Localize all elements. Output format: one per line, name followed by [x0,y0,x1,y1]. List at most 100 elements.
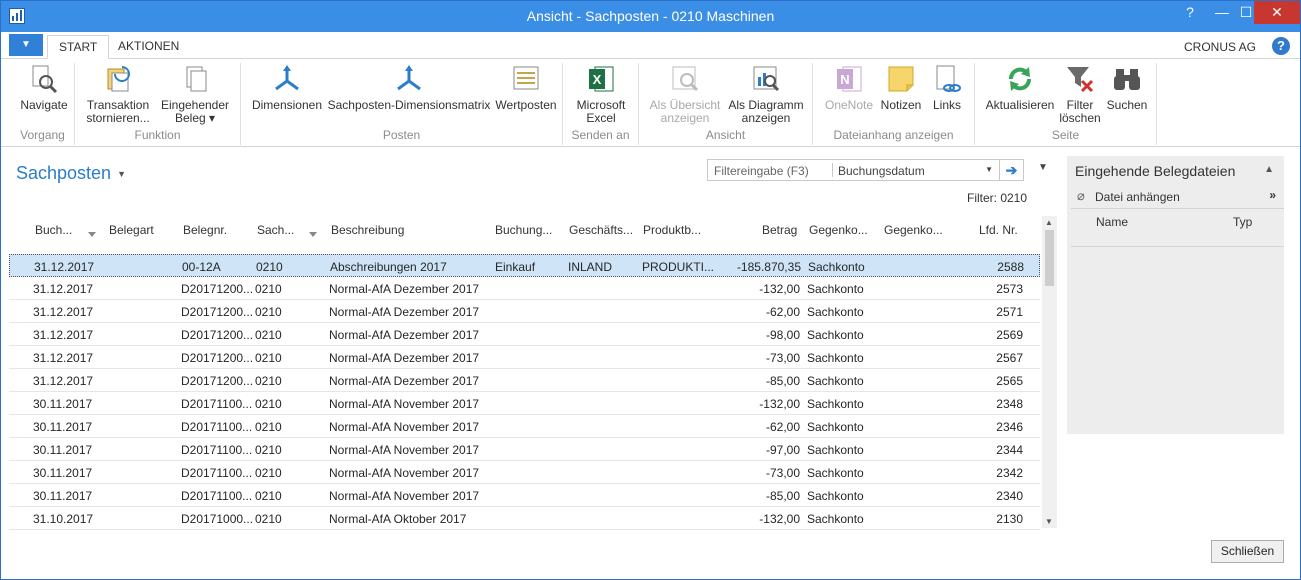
group-senden-an: X Microsoft Excel Senden an [563,63,639,145]
chevron-down-icon[interactable]: ▼ [117,169,126,179]
maximize-button[interactable]: ☐ [1238,1,1254,24]
cell-betrag: -132,00 [759,282,800,296]
filter-field-select[interactable]: Buchungsdatum [838,164,925,178]
cell-betrag: -73,00 [765,351,800,365]
tab-start[interactable]: START [47,35,110,59]
table-row[interactable]: 31.12.2017 D20171200... 0210 Normal-AfA Dez… [9,369,1040,392]
column-header-gegenkonto[interactable]: Gegenko... [884,223,943,237]
apply-filter-arrow-icon[interactable]: ➔ [1000,159,1024,181]
table-row[interactable]: 31.10.2017 D20171000... 0210 Normal-AfA Okt… [9,507,1040,530]
binoculars-icon [1111,63,1143,95]
cell-desc: Normal-AfA Dezember 2017 [329,282,480,296]
close-button[interactable]: Schließen [1211,540,1284,563]
cell-gart: Sachkonto [807,305,864,319]
cell-lfd: 2130 [996,512,1023,526]
dimensionen-button[interactable]: Dimensionen [249,63,325,112]
cell-gb: INLAND [568,260,613,274]
column-header-belegnr[interactable]: Belegnr. [183,223,227,237]
transaktion-stornieren-button[interactable]: Transaktion stornieren... [79,63,157,125]
cell-betrag: -185.870,35 [736,260,801,274]
table-row[interactable]: 31.12.2017 D20171200... 0210 Normal-AfA Dez… [9,346,1040,369]
table-row[interactable]: 31.12.2017 D20171200... 0210 Normal-AfA Dez… [9,277,1040,300]
collapse-up-icon[interactable]: ▲ [1264,164,1274,175]
cell-gart: Sachkonto [807,466,864,480]
table-row[interactable]: 31.12.2017 D20171200... 0210 Normal-AfA Dez… [9,300,1040,323]
als-uebersicht-anzeigen-button[interactable]: Als Übersicht anzeigen [645,63,725,125]
group-funktion: Transaktion stornieren... Eingehender Be… [75,63,241,145]
links-button[interactable]: Links [925,63,969,112]
onenote-button[interactable]: N OneNote [821,63,877,112]
cell-desc: Normal-AfA Dezember 2017 [329,328,480,342]
cell-konto: 0210 [255,397,282,411]
help-icon[interactable]: ? [1272,37,1290,55]
page-title[interactable]: Sachposten ▼ [16,163,126,184]
collapse-chevron-icon[interactable]: ▼ [1038,162,1048,173]
cell-lfd: 2344 [996,443,1023,457]
tab-aktionen[interactable]: AKTIONEN [107,35,190,59]
als-diagramm-anzeigen-button[interactable]: Als Diagramm anzeigen [725,63,807,125]
more-actions-icon[interactable]: » [1269,188,1276,202]
cell-betrag: -62,00 [765,420,800,434]
column-header-geschaeftsbuchungsgruppe[interactable]: Geschäfts... [569,223,633,237]
wertposten-button[interactable]: Wertposten [493,63,559,112]
table-row[interactable]: 30.11.2017 D20171100... 0210 Normal-AfA Nov… [9,415,1040,438]
group-seite: Aktualisieren Filter löschen Suchen Seit… [975,63,1157,145]
table-row[interactable]: 30.11.2017 D20171100... 0210 Normal-AfA Nov… [9,484,1040,507]
sort-arrow-icon[interactable] [88,232,96,237]
navigate-button[interactable]: Navigate [17,63,71,112]
column-header-gegenkontoart[interactable]: Gegenko... [809,223,868,237]
dimensionsmatrix-button[interactable]: Sachposten-Dimensionsmatrix [327,63,491,112]
close-window-button[interactable]: ✕ [1254,1,1300,24]
cell-lfd: 2342 [996,466,1023,480]
cell-betrag: -85,00 [765,374,800,388]
svg-text:X: X [593,72,602,87]
cell-konto: 0210 [255,374,282,388]
ribbon: Navigate Vorgang Transaktion stornieren.… [1,59,1300,147]
microsoft-excel-button[interactable]: X Microsoft Excel [569,63,633,125]
column-header-produktbuchungsgruppe[interactable]: Produktb... [643,223,701,237]
cell-betrag: -62,00 [765,305,800,319]
notizen-button[interactable]: Notizen [879,63,923,112]
cell-desc: Normal-AfA November 2017 [329,397,480,411]
cell-belegnr: D20171000... [181,512,254,526]
aktualisieren-button[interactable]: Aktualisieren [983,63,1057,112]
cell-konto: 0210 [255,305,282,319]
cell-belegnr: D20171100... [181,397,253,411]
scroll-down-icon[interactable]: ▼ [1045,517,1053,526]
filter-input[interactable]: Filtereingabe (F3) Buchungsdatum ▼ [707,159,1000,181]
column-header-sachkonto[interactable]: Sach... [257,223,294,237]
column-header-buchungsart[interactable]: Buchung... [495,223,552,237]
table-row[interactable]: 30.11.2017 D20171100... 0210 Normal-AfA Nov… [9,438,1040,461]
table-row[interactable]: 31.12.2017 D20171200... 0210 Normal-AfA Dez… [9,323,1040,346]
filter-loeschen-button[interactable]: Filter löschen [1057,63,1103,125]
attach-file-link[interactable]: Datei anhängen [1095,190,1180,204]
company-name[interactable]: CRONUS AG [1184,40,1256,54]
scroll-up-icon[interactable]: ▲ [1045,218,1053,227]
column-header-buchungsdatum[interactable]: Buch... [35,223,72,237]
scrollbar-thumb[interactable] [1045,230,1054,286]
cell-gart: Sachkonto [807,420,864,434]
cell-lfd: 2348 [996,397,1023,411]
cell-belegnr: D20171200... [181,328,254,342]
suchen-button[interactable]: Suchen [1103,63,1151,112]
table-row[interactable]: 30.11.2017 D20171100... 0210 Normal-AfA Nov… [9,461,1040,484]
sort-arrow-icon[interactable] [309,232,317,237]
column-header-belegart[interactable]: Belegart [109,223,154,237]
cell-belegnr: 00-12A [182,260,221,274]
cell-date: 31.12.2017 [33,351,94,365]
minimize-button[interactable]: — [1206,1,1238,24]
column-header-beschreibung[interactable]: Beschreibung [331,223,404,237]
cell-gart: Sachkonto [808,260,865,274]
filter-status: Filter: 0210 [967,191,1028,205]
column-header-betrag[interactable]: Betrag [762,223,797,237]
chevron-down-icon[interactable]: ▼ [985,165,993,174]
cell-betrag: -85,00 [765,489,800,503]
column-header-lfd-nr[interactable]: Lfd. Nr. [979,223,1018,237]
eingehender-beleg-button[interactable]: Eingehender Beleg ▾ [157,63,233,125]
file-menu-button[interactable]: ▼ [9,34,43,56]
table-row[interactable]: 30.11.2017 D20171100... 0210 Normal-AfA Nov… [9,392,1040,415]
cell-desc: Normal-AfA Dezember 2017 [329,305,480,319]
table-row[interactable]: 31.12.2017 00-12A 0210 Abschreibungen 2017 E… [9,254,1040,277]
help-icon[interactable]: ? [1174,1,1206,24]
vertical-scrollbar[interactable]: ▲ ▼ [1042,216,1057,528]
